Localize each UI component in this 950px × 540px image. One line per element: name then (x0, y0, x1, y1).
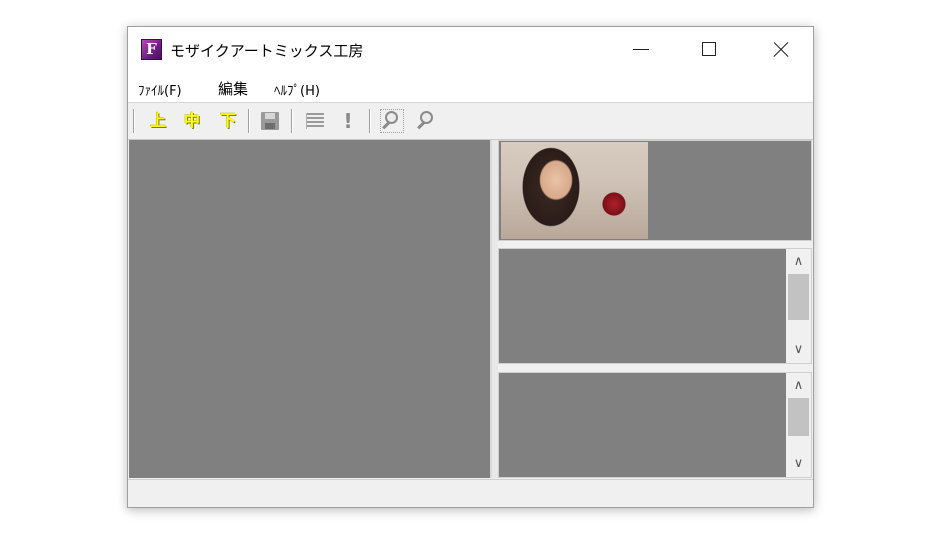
align-top-button[interactable]: 上 (146, 109, 170, 133)
mosaic-canvas[interactable] (129, 140, 492, 478)
title-bar[interactable]: F モザイクアートミックス工房 (128, 27, 813, 73)
minimize-icon[interactable] (617, 27, 663, 73)
preview-pane: mosaic-art-thumbnail (498, 140, 812, 241)
scroll-thumb[interactable] (788, 398, 809, 436)
close-icon[interactable] (757, 27, 803, 73)
vertical-scrollbar[interactable]: ∧ ∨ (786, 249, 811, 363)
scroll-thumb[interactable] (788, 274, 809, 320)
list-button[interactable] (303, 109, 327, 133)
mosaic-thumbnail[interactable]: mosaic-art-thumbnail (501, 142, 648, 239)
toolbar-separator (369, 109, 370, 133)
toolbar: 上 中 下 ! (128, 103, 813, 140)
status-bar (128, 479, 813, 507)
app-window: F モザイクアートミックス工房 ﾌｧｲﾙ(F) 編集 ﾍﾙﾌﾟ(H) 上 中 下… (127, 26, 814, 508)
app-icon[interactable]: F (141, 39, 162, 60)
maximize-icon[interactable] (687, 27, 733, 73)
save-button[interactable] (258, 109, 282, 133)
list-icon (306, 113, 324, 129)
toolbar-separator (291, 109, 292, 133)
align-middle-button[interactable]: 中 (180, 109, 204, 133)
material-list-pane[interactable]: ∧ ∨ (498, 248, 812, 364)
exclamation-icon[interactable]: ! (336, 109, 360, 133)
save-icon (261, 112, 279, 130)
window-title: モザイクアートミックス工房 (170, 42, 364, 60)
chevron-up-icon[interactable]: ∧ (786, 376, 811, 396)
menu-bar: ﾌｧｲﾙ(F) 編集 ﾍﾙﾌﾟ(H) (128, 73, 813, 103)
menu-edit[interactable]: 編集 (218, 78, 248, 99)
menu-file[interactable]: ﾌｧｲﾙ(F) (138, 80, 182, 99)
menu-help[interactable]: ﾍﾙﾌﾟ(H) (274, 80, 320, 99)
toolbar-grip[interactable] (133, 109, 134, 133)
toolbar-separator (248, 109, 249, 133)
chevron-down-icon[interactable]: ∨ (786, 454, 811, 474)
zoom-button[interactable] (415, 109, 439, 133)
zoom-region-button[interactable] (380, 109, 404, 133)
align-bottom-button[interactable]: 下 (216, 109, 240, 133)
image-list-pane[interactable]: ∧ ∨ (498, 372, 812, 478)
chevron-up-icon[interactable]: ∧ (786, 252, 811, 272)
chevron-down-icon[interactable]: ∨ (786, 340, 811, 360)
vertical-scrollbar[interactable]: ∧ ∨ (786, 373, 811, 477)
